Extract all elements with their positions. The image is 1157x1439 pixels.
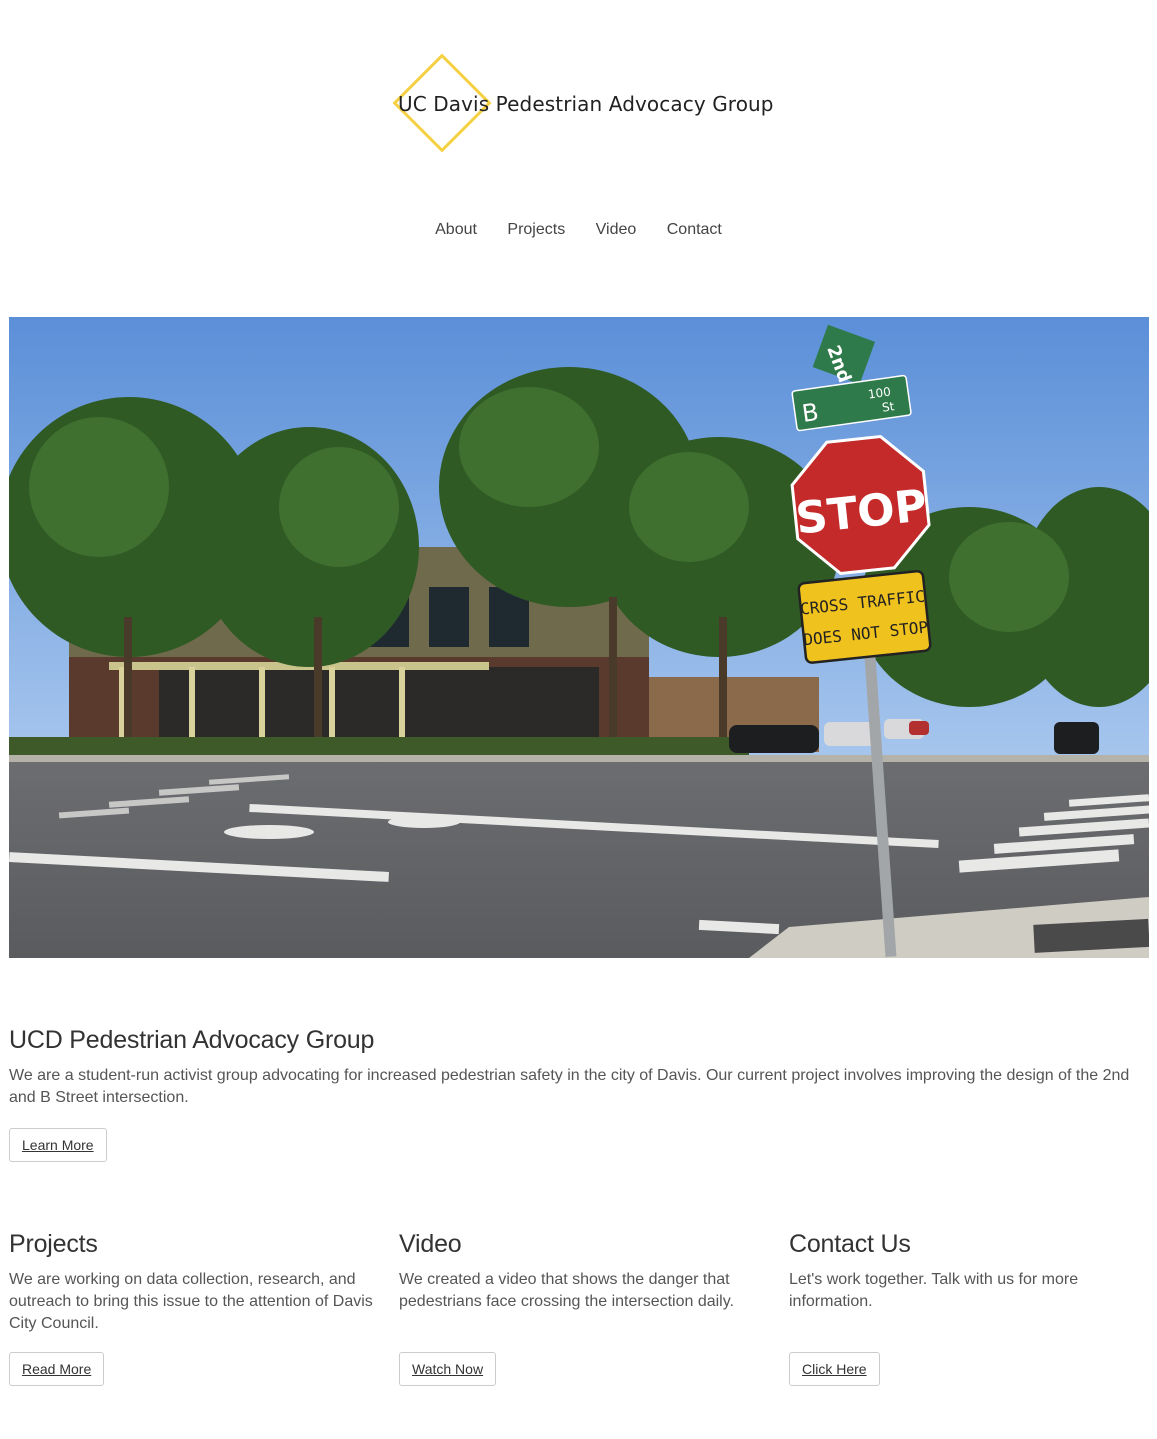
intro-title: UCD Pedestrian Advocacy Group — [9, 1026, 375, 1054]
intro-section: UCD Pedestrian Advocacy Group We are a s… — [9, 1026, 1149, 1162]
nav-item-contact[interactable]: Contact — [667, 221, 722, 239]
logo-text: UC Davis Pedestrian Advocacy Group — [398, 92, 774, 116]
hero-image: 2nd B 100 St STOP CROSS TRAFFIC DOES NOT… — [9, 317, 1149, 958]
projects-title: Projects — [9, 1230, 98, 1258]
contact-column: Contact Us Let's work together. Talk wit… — [789, 1230, 1154, 1386]
contact-title: Contact Us — [789, 1230, 911, 1258]
read-more-button[interactable]: Read More — [9, 1352, 105, 1386]
nav-item-projects[interactable]: Projects — [507, 221, 565, 239]
nav-item-about[interactable]: About — [435, 221, 477, 239]
svg-text:St: St — [881, 399, 895, 415]
projects-column: Projects We are working on data collecti… — [9, 1230, 374, 1386]
intro-body: We are a student-run activist group advo… — [9, 1067, 1130, 1106]
watch-now-button[interactable]: Watch Now — [399, 1352, 497, 1386]
video-title: Video — [399, 1230, 462, 1258]
main-nav: About Projects Video Contact — [0, 221, 1157, 239]
contact-body: Let's work together. Talk with us for mo… — [789, 1271, 1079, 1310]
site-logo[interactable]: UC Davis Pedestrian Advocacy Group — [0, 0, 1157, 200]
learn-more-button[interactable]: Learn More — [9, 1128, 107, 1162]
projects-body: We are working on data collection, resea… — [9, 1271, 373, 1332]
nav-item-video[interactable]: Video — [596, 221, 637, 239]
video-body: We created a video that shows the danger… — [399, 1271, 734, 1310]
video-column: Video We created a video that shows the … — [399, 1230, 764, 1386]
click-here-button[interactable]: Click Here — [789, 1352, 880, 1386]
